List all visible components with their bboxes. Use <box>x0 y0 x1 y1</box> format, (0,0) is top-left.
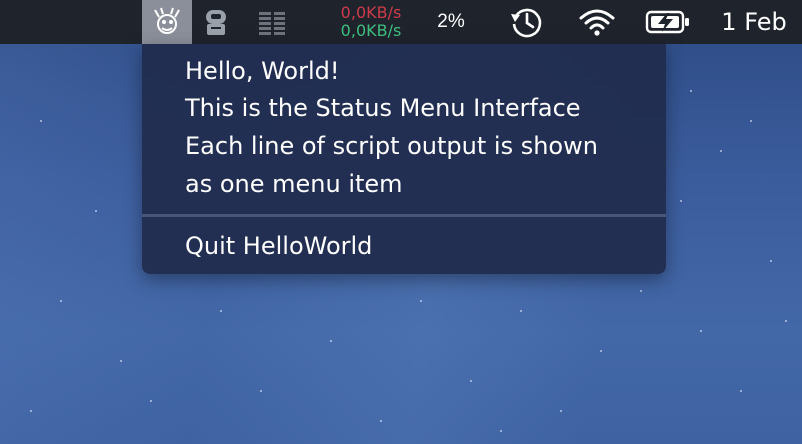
robot-status-item[interactable] <box>200 0 232 44</box>
lobster-app-icon <box>154 7 180 34</box>
time-machine-status-item[interactable] <box>504 0 548 44</box>
status-menu-dropdown: Hello, World! This is the Status Menu In… <box>142 44 666 274</box>
wifi-status-item[interactable] <box>574 0 620 44</box>
quit-menu-item[interactable]: Quit HelloWorld <box>185 231 372 261</box>
menu-item-each-line[interactable]: Each line of script output is shown <box>185 131 598 161</box>
menu-item-interface[interactable]: This is the Status Menu Interface <box>185 93 581 123</box>
date-display[interactable]: 1 Feb <box>712 0 796 44</box>
robot-icon <box>206 10 226 35</box>
cpu-usage[interactable]: 2% <box>430 0 472 44</box>
stack-status-item[interactable] <box>254 0 290 44</box>
menu-bar: 0,0KB/s 0,0KB/s 2% 1 Feb <box>0 0 802 44</box>
network-speed-item[interactable]: 0,0KB/s 0,0KB/s <box>330 0 412 44</box>
helloworld-status-item[interactable] <box>142 0 192 44</box>
upload-speed: 0,0KB/s <box>340 3 402 22</box>
menu-item-one-item[interactable]: as one menu item <box>185 169 403 199</box>
battery-status-item[interactable] <box>642 0 694 44</box>
stack-icon <box>259 12 285 35</box>
battery-charging-icon <box>645 10 689 34</box>
wifi-icon <box>579 9 615 36</box>
menu-separator <box>142 214 666 217</box>
time-machine-icon <box>511 8 542 38</box>
download-speed: 0,0KB/s <box>340 21 402 40</box>
menu-item-hello[interactable]: Hello, World! <box>185 56 340 86</box>
